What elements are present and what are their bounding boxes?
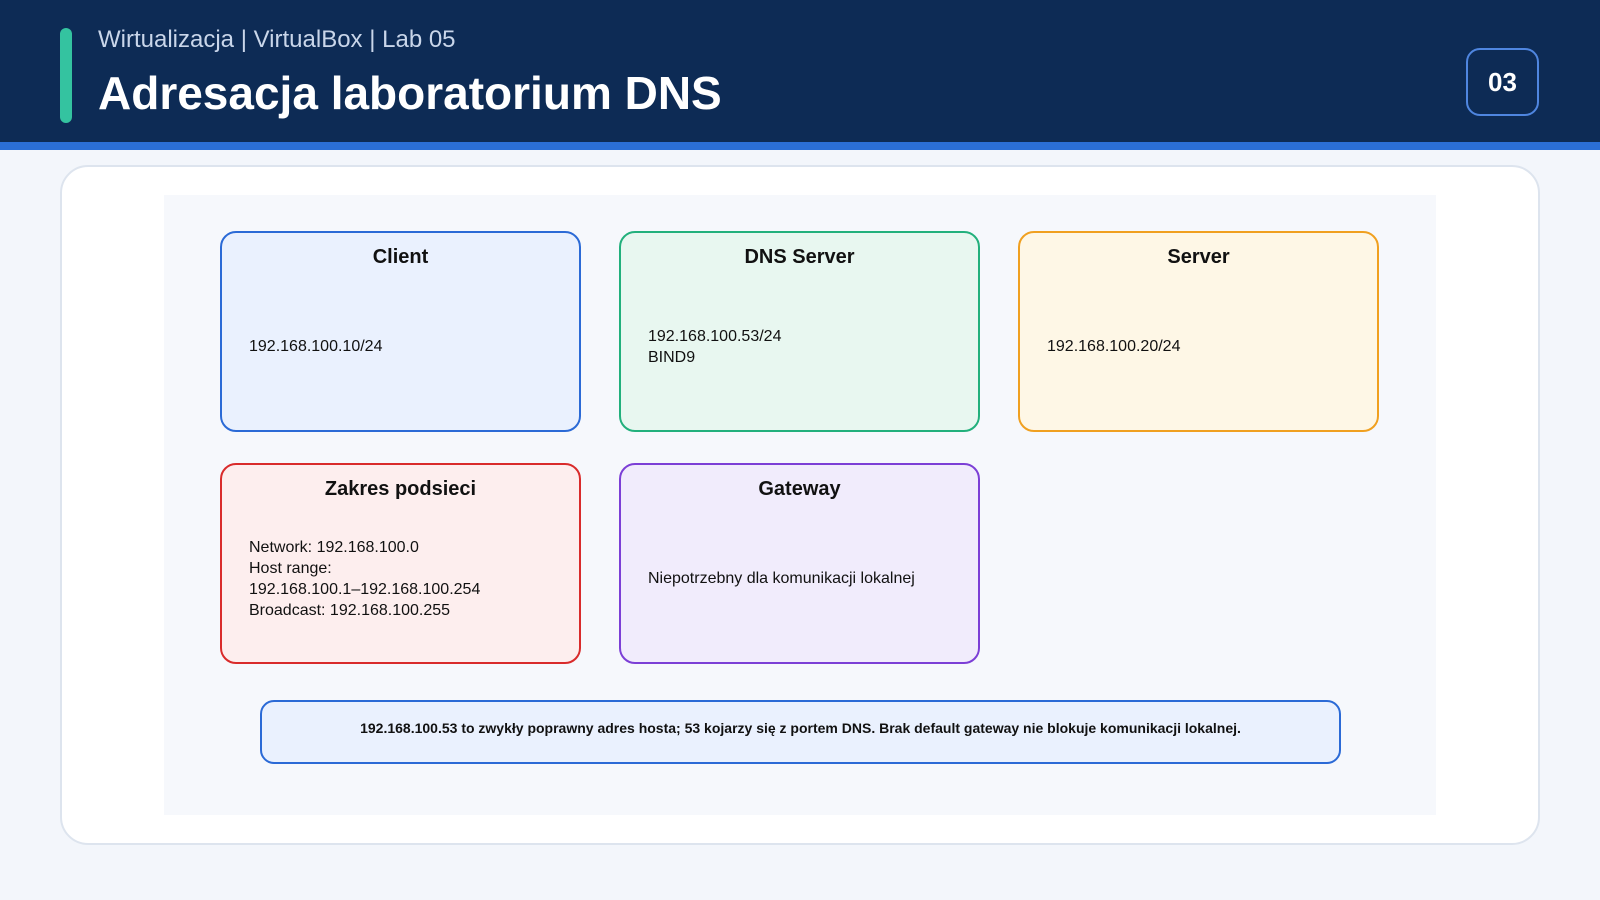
client-node: Client 192.168.100.10/24 (220, 231, 581, 432)
subnet-network: Network: 192.168.100.0 (249, 538, 419, 556)
gateway-node: Gateway Niepotrzebny dla komunikacji lok… (619, 463, 980, 664)
server-node: Server 192.168.100.20/24 (1018, 231, 1379, 432)
subnet-host-range-label: Host range: (249, 559, 332, 577)
server-node-details: 192.168.100.20/24 (1047, 263, 1365, 430)
gateway-node-details: Niepotrzebny dla komunikacji lokalnej (648, 495, 966, 662)
dns-server-ip: 192.168.100.53/24 (648, 327, 782, 345)
slide-number-badge: 03 (1466, 48, 1539, 116)
subnet-host-range: 192.168.100.1–192.168.100.254 (249, 580, 481, 598)
dns-server-node: DNS Server 192.168.100.53/24 BIND9 (619, 231, 980, 432)
dns-server-node-details: 192.168.100.53/24 BIND9 (648, 263, 966, 430)
breadcrumb-subtitle: Wirtualizacja | VirtualBox | Lab 05 (98, 26, 456, 53)
header-stripe (0, 142, 1600, 150)
page-title: Adresacja laboratorium DNS (98, 67, 722, 119)
gateway-description: Niepotrzebny dla komunikacji lokalnej (648, 570, 915, 587)
client-ip: 192.168.100.10/24 (249, 338, 383, 355)
subnet-range-node-details: Network: 192.168.100.0 Host range: 192.1… (249, 495, 567, 662)
subnet-range-node: Zakres podsieci Network: 192.168.100.0 H… (220, 463, 581, 664)
dns-server-software: BIND9 (648, 348, 696, 366)
server-ip: 192.168.100.20/24 (1047, 338, 1181, 355)
accent-bar (60, 28, 72, 123)
subnet-broadcast: Broadcast: 192.168.100.255 (249, 601, 451, 619)
info-note: 192.168.100.53 to zwykły poprawny adres … (260, 700, 1341, 764)
client-node-details: 192.168.100.10/24 (249, 263, 567, 430)
